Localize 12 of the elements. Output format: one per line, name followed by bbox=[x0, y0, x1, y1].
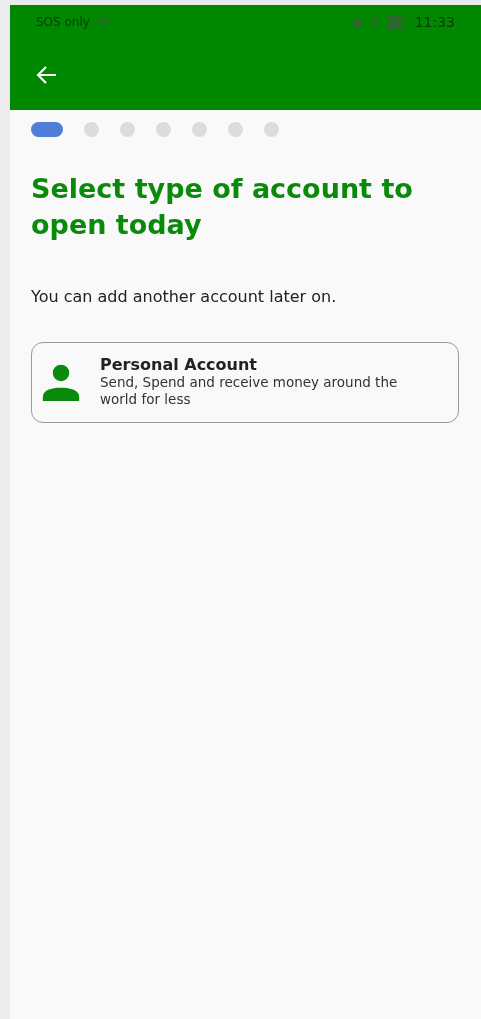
option-description: Send, Spend and receive money around the world for less bbox=[100, 374, 399, 408]
clock-time: 11:33 bbox=[414, 14, 455, 30]
bluetooth-icon bbox=[369, 15, 379, 29]
page-title: Select type of account to open today bbox=[31, 172, 414, 242]
back-arrow-icon bbox=[36, 64, 58, 85]
battery-icon bbox=[384, 15, 409, 29]
wifi-icon bbox=[95, 15, 112, 29]
account-option-card[interactable]: Personal Account Send, Spend and receive money around the world for less bbox=[31, 342, 459, 423]
carrier-text: SOS only bbox=[36, 15, 90, 29]
subtitle-text: You can add another account later on. bbox=[31, 287, 338, 306]
option-title: Personal Account bbox=[100, 355, 258, 374]
back-button[interactable] bbox=[36, 64, 58, 85]
